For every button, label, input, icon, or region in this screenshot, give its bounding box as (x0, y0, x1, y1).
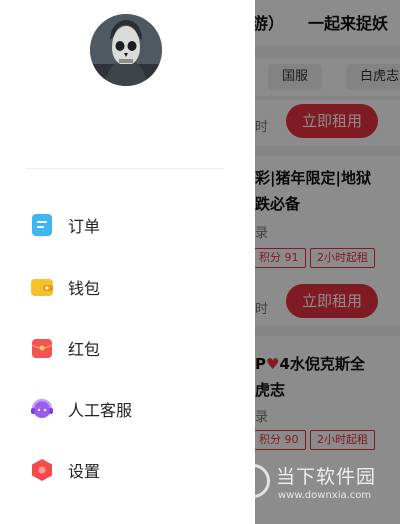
menu-item-settings[interactable]: 设置 (30, 450, 240, 490)
menu-item-customer-service[interactable]: 人工客服 (30, 389, 240, 429)
menu-item-orders[interactable]: 订单 (30, 205, 240, 245)
side-drawer: 订单 钱包 红包 人工客服 设置 (0, 0, 255, 524)
menu-label: 红包 (68, 340, 101, 359)
settings-icon (30, 458, 54, 482)
menu-item-wallet[interactable]: 钱包 (30, 267, 240, 307)
drawer-divider (26, 168, 224, 169)
watermark-title: 当下软件园 (276, 466, 377, 488)
menu-label: 人工客服 (68, 401, 133, 420)
customer-service-icon (30, 397, 54, 421)
watermark-url: www.downxia.com (278, 490, 372, 501)
menu-item-red-packet[interactable]: 红包 (30, 328, 240, 368)
watermark: 当下软件园 www.downxia.com (236, 458, 396, 512)
menu-label: 订单 (68, 217, 101, 236)
red-packet-icon (30, 336, 54, 360)
menu-label: 钱包 (68, 279, 101, 298)
avatar[interactable] (90, 14, 162, 86)
menu-label: 设置 (68, 462, 101, 481)
wallet-icon (30, 275, 54, 299)
avatar-skull-icon (90, 14, 162, 86)
order-icon (30, 213, 54, 237)
